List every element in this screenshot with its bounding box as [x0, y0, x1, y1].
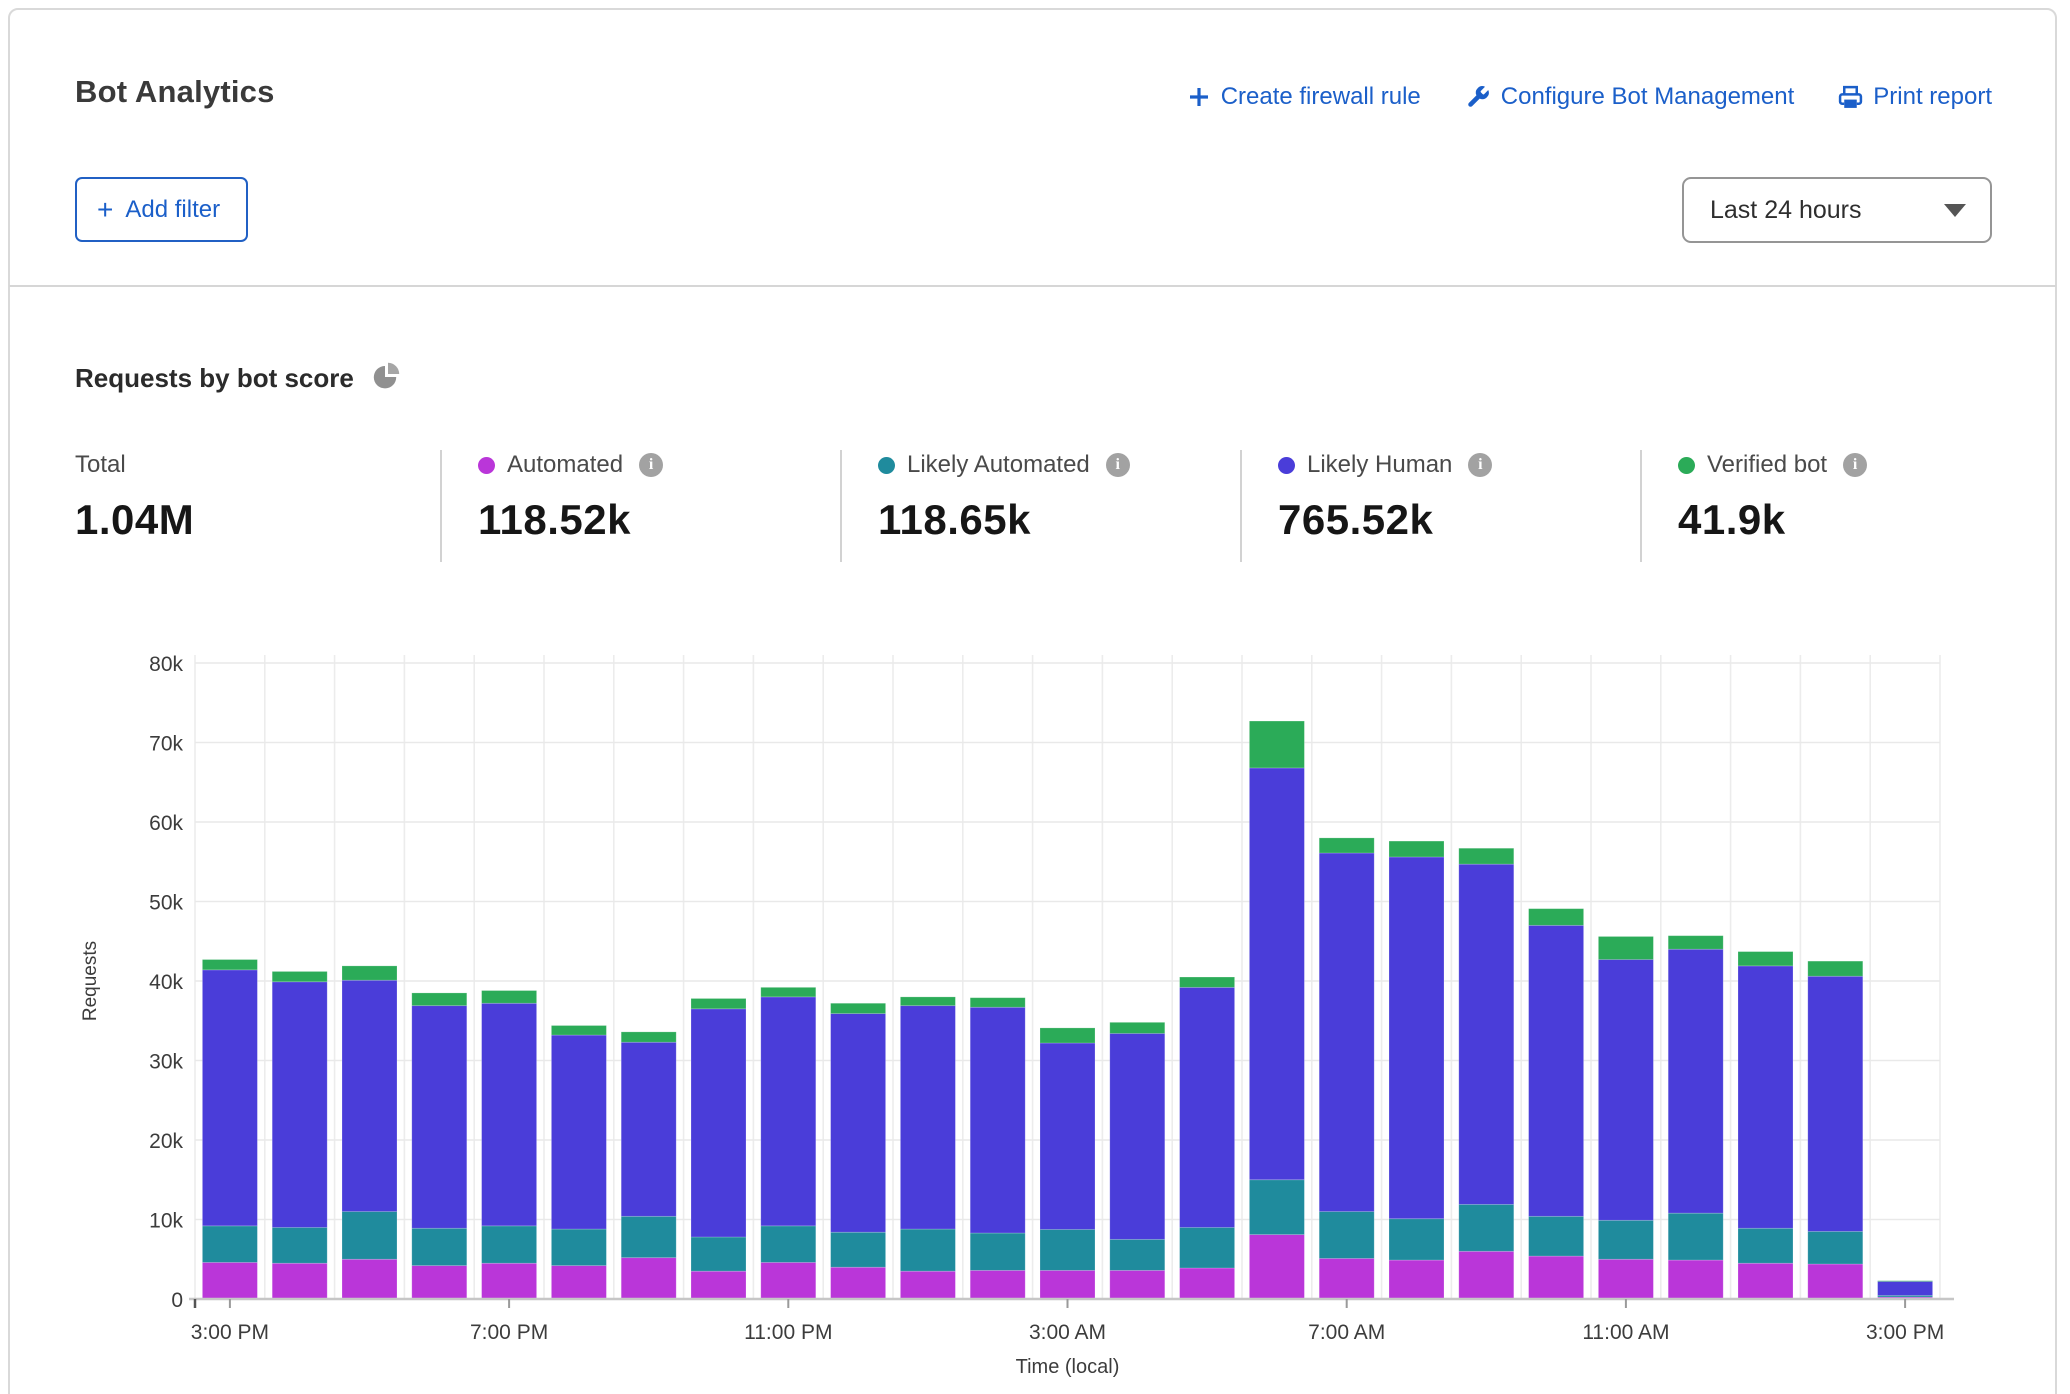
stat-automated-value: 118.52k [478, 496, 663, 544]
stat-verified-bot-label: Verified bot [1707, 451, 1827, 479]
page-title: Bot Analytics [75, 74, 275, 110]
stat-divider [1640, 450, 1642, 562]
svg-text:3:00 AM: 3:00 AM [1029, 1321, 1106, 1344]
svg-text:7:00 PM: 7:00 PM [470, 1321, 548, 1344]
svg-text:10k: 10k [149, 1210, 183, 1233]
stat-automated: Automated i 118.52k [478, 448, 663, 544]
time-range-select[interactable]: Last 24 hours [1682, 177, 1992, 243]
add-filter-label: Add filter [125, 196, 220, 224]
svg-text:70k: 70k [149, 733, 183, 756]
likely-human-dot [1278, 457, 1295, 474]
stat-likely-automated-value: 118.65k [878, 496, 1130, 544]
section-title: Requests by bot score [75, 363, 354, 394]
stat-likely-automated-label: Likely Automated [907, 451, 1090, 479]
svg-text:Time (local): Time (local) [1016, 1356, 1120, 1378]
info-icon[interactable]: i [1106, 453, 1130, 477]
requests-by-bot-score-chart[interactable]: 0 10k 20k 30k 40k 50k 60k 70k 80k Requests 3:00 PM… [0, 615, 2070, 1394]
verified-bot-dot [1678, 457, 1695, 474]
print-report-link[interactable]: Print report [1838, 83, 1992, 111]
time-range-value: Last 24 hours [1710, 196, 1862, 225]
stat-divider [440, 450, 442, 562]
configure-bot-management-label: Configure Bot Management [1501, 83, 1795, 111]
svg-text:80k: 80k [149, 653, 183, 676]
stat-verified-bot: Verified bot i 41.9k [1678, 448, 1867, 544]
add-filter-button[interactable]: + Add filter [75, 177, 248, 242]
plus-icon [1187, 85, 1211, 109]
stat-likely-automated: Likely Automated i 118.65k [878, 448, 1130, 544]
svg-text:40k: 40k [149, 971, 183, 994]
svg-text:7:00 AM: 7:00 AM [1308, 1321, 1385, 1344]
plus-icon: + [97, 196, 113, 224]
chevron-down-icon [1944, 204, 1966, 217]
bot-analytics-page: Bot Analytics Create firewall rule Confi… [0, 0, 2070, 1394]
stat-total: Total 1.04M [75, 448, 194, 544]
svg-text:50k: 50k [149, 892, 183, 915]
svg-text:3:00 PM: 3:00 PM [191, 1321, 269, 1344]
create-firewall-rule-label: Create firewall rule [1221, 83, 1421, 111]
automated-dot [478, 457, 495, 474]
printer-icon [1838, 85, 1863, 110]
print-report-label: Print report [1873, 83, 1992, 111]
header-actions: Create firewall rule Configure Bot Manag… [1187, 83, 1992, 111]
stat-likely-human-value: 765.52k [1278, 496, 1492, 544]
configure-bot-management-link[interactable]: Configure Bot Management [1465, 83, 1795, 111]
stats-row: Total 1.04M Automated i 118.52k Likely A… [0, 448, 2070, 573]
stat-likely-human-label: Likely Human [1307, 451, 1452, 479]
svg-text:30k: 30k [149, 1051, 183, 1074]
stat-divider [1240, 450, 1242, 562]
svg-text:60k: 60k [149, 812, 183, 835]
info-icon[interactable]: i [1843, 453, 1867, 477]
stat-total-value: 1.04M [75, 496, 194, 544]
likely-automated-dot [878, 457, 895, 474]
pie-chart-icon[interactable] [372, 362, 400, 395]
stat-likely-human: Likely Human i 765.52k [1278, 448, 1492, 544]
svg-text:3:00 PM: 3:00 PM [1866, 1321, 1944, 1344]
header-divider [9, 285, 2056, 287]
stat-automated-label: Automated [507, 451, 623, 479]
info-icon[interactable]: i [1468, 453, 1492, 477]
info-icon[interactable]: i [639, 453, 663, 477]
svg-text:11:00 PM: 11:00 PM [744, 1321, 832, 1344]
create-firewall-rule-link[interactable]: Create firewall rule [1187, 83, 1421, 111]
stat-divider [840, 450, 842, 562]
svg-text:Requests: Requests [80, 941, 101, 1021]
svg-text:11:00 AM: 11:00 AM [1582, 1321, 1669, 1344]
wrench-icon [1465, 84, 1491, 110]
stat-total-label: Total [75, 451, 126, 479]
stat-verified-bot-value: 41.9k [1678, 496, 1867, 544]
svg-text:0: 0 [171, 1289, 183, 1312]
svg-text:20k: 20k [149, 1130, 183, 1153]
